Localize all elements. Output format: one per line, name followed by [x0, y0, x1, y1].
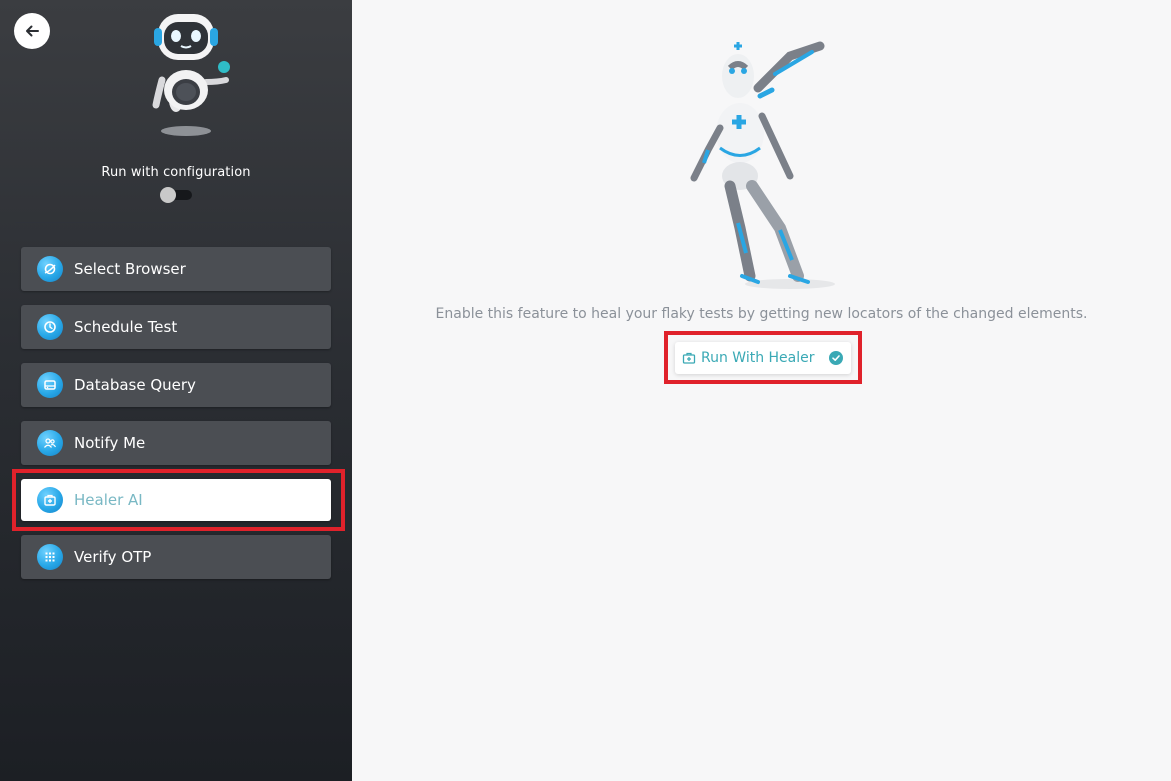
sidebar-item-verify-otp[interactable]: Verify OTP — [21, 535, 331, 579]
sidebar: Run with configuration Select Browser Sc… — [0, 0, 352, 781]
check-circle-icon — [829, 351, 843, 365]
run-config-label: Run with configuration — [101, 165, 251, 180]
sidebar-item-label: Database Query — [74, 376, 196, 394]
sidebar-divider — [15, 222, 337, 223]
clock-icon — [37, 314, 63, 340]
browser-icon — [37, 256, 63, 282]
arrow-left-icon — [26, 25, 39, 37]
sidebar-item-label: Healer AI — [74, 491, 143, 509]
sidebar-item-select-browser[interactable]: Select Browser — [21, 247, 331, 291]
sidebar-item-notify-me[interactable]: Notify Me — [21, 421, 331, 465]
run-with-healer-button[interactable]: Run With Healer — [675, 342, 851, 374]
robot-mascot-icon — [152, 14, 230, 136]
keypad-icon — [37, 544, 63, 570]
users-icon — [37, 430, 63, 456]
database-icon — [37, 372, 63, 398]
sidebar-item-database-query[interactable]: Database Query — [21, 363, 331, 407]
sidebar-item-healer-ai[interactable]: Healer AI — [21, 479, 331, 521]
sidebar-item-label: Schedule Test — [74, 318, 178, 336]
sidebar-item-schedule-test[interactable]: Schedule Test — [21, 305, 331, 349]
medkit-icon — [37, 487, 63, 513]
medkit-icon — [682, 352, 696, 364]
feature-description: Enable this feature to heal your flaky t… — [435, 306, 1088, 322]
healer-robot-illustration-icon — [690, 41, 835, 289]
run-with-healer-label: Run With Healer — [701, 350, 815, 366]
sidebar-item-label: Select Browser — [74, 260, 186, 278]
back-button[interactable] — [14, 13, 50, 49]
sidebar-item-label: Verify OTP — [74, 548, 152, 566]
toggle-knob — [160, 187, 176, 203]
sidebar-item-label: Notify Me — [74, 434, 146, 452]
run-config-toggle[interactable] — [160, 187, 192, 203]
